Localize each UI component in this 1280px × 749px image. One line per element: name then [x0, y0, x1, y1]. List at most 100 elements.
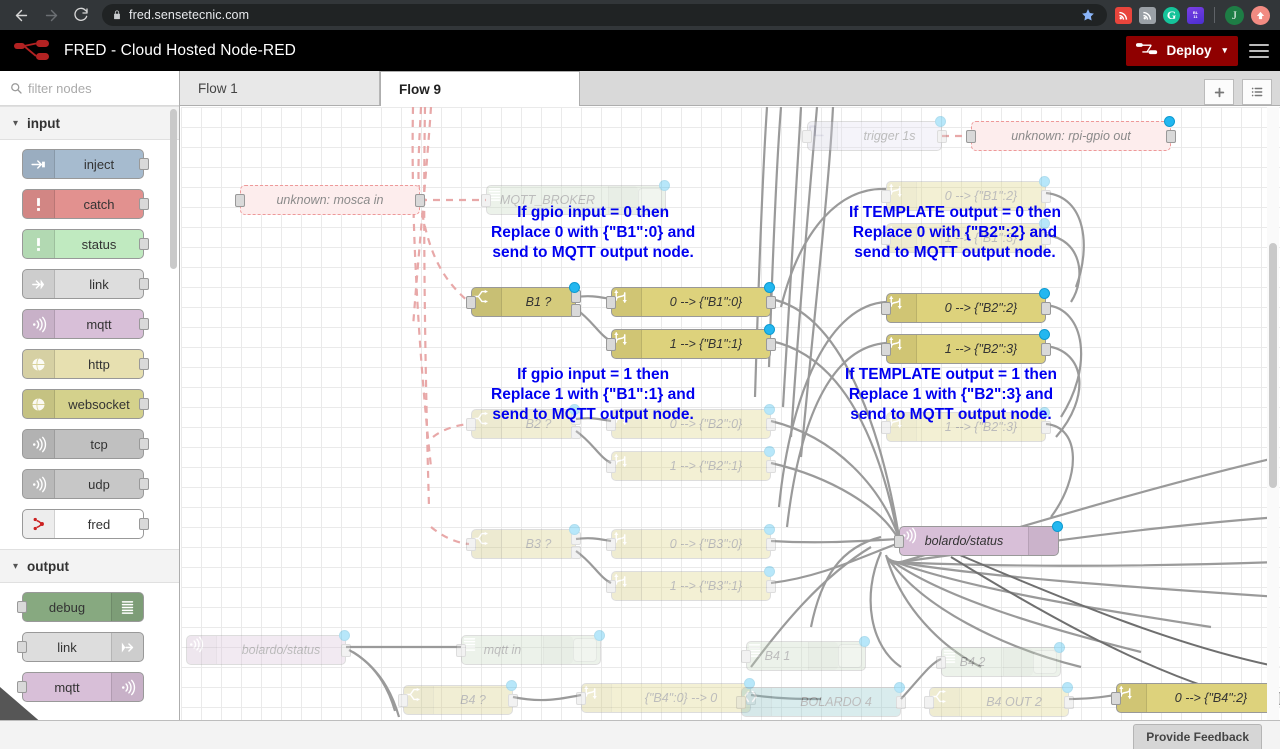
palette-node-catch[interactable]: catch — [22, 189, 144, 219]
deploy-button[interactable]: Deploy ▾ — [1126, 36, 1238, 66]
search-input[interactable] — [28, 81, 148, 96]
palette-node-udp[interactable]: udp — [22, 469, 144, 499]
node-output-port[interactable] — [766, 296, 776, 309]
canvas-node-unknown[interactable]: unknown: mosca in — [240, 185, 420, 215]
palette-node-link[interactable]: link — [22, 632, 144, 662]
node-input-port[interactable] — [235, 194, 245, 207]
node-input-port[interactable] — [741, 650, 751, 663]
node-output-port[interactable] — [766, 418, 776, 431]
palette-node-http[interactable]: http — [22, 349, 144, 379]
node-input-port[interactable] — [398, 694, 408, 707]
node-output-port[interactable] — [896, 696, 906, 709]
canvas-node[interactable]: 0 --> {"B1":0} — [611, 287, 771, 317]
palette-node-tcp[interactable]: tcp — [22, 429, 144, 459]
node-output-port[interactable] — [766, 538, 776, 551]
canvas-node[interactable]: 1 --> {"B1":1} — [611, 329, 771, 359]
canvas-vertical-scrollbar[interactable] — [1267, 107, 1279, 749]
chevron-down-icon[interactable]: ▾ — [1219, 45, 1227, 56]
node-input-port[interactable] — [736, 696, 746, 709]
canvas-node[interactable]: B4 2 — [941, 647, 1061, 677]
purple-extension-icon[interactable]: BL11 — [1187, 7, 1204, 24]
node-output-port[interactable] — [1064, 696, 1074, 709]
node-input-port[interactable] — [881, 343, 891, 356]
node-output-port[interactable] — [766, 460, 776, 473]
canvas-node[interactable]: B4 ? — [403, 685, 513, 715]
node-input-port[interactable] — [466, 418, 476, 431]
node-output-port[interactable] — [1041, 343, 1051, 356]
add-flow-icon[interactable] — [1204, 79, 1234, 105]
palette-node-link[interactable]: link — [22, 269, 144, 299]
node-output-port[interactable] — [415, 194, 425, 207]
node-input-port[interactable] — [894, 535, 904, 548]
pink-arrow-icon[interactable] — [1251, 6, 1270, 25]
node-button[interactable] — [1033, 650, 1057, 674]
palette-node-debug[interactable]: debug — [22, 592, 144, 622]
node-button[interactable] — [573, 638, 597, 662]
palette-node-status[interactable]: status — [22, 229, 144, 259]
canvas-node[interactable]: B1 ? — [471, 287, 576, 317]
provide-feedback-button[interactable]: Provide Feedback — [1133, 724, 1262, 749]
node-output-port[interactable] — [508, 694, 518, 707]
canvas-node-unknown[interactable]: unknown: rpi-gpio out — [971, 121, 1171, 151]
palette-scrollbar[interactable] — [170, 109, 177, 269]
node-input-port[interactable] — [606, 538, 616, 551]
canvas-node[interactable]: mqtt in — [461, 635, 601, 665]
node-input-port[interactable] — [966, 130, 976, 143]
canvas-node[interactable]: 0 --> {"B3":0} — [611, 529, 771, 559]
palette-node-fred[interactable]: fred — [22, 509, 144, 539]
canvas-node[interactable]: bolardo/status — [899, 526, 1059, 556]
palette-node-inject[interactable]: inject — [22, 149, 144, 179]
palette-category-input[interactable]: ▾ input — [0, 106, 179, 140]
canvas-node[interactable]: B3 ? — [471, 529, 576, 559]
node-input-port[interactable] — [466, 296, 476, 309]
node-input-port[interactable] — [466, 538, 476, 551]
palette-node-websocket[interactable]: websocket — [22, 389, 144, 419]
node-output-port[interactable] — [766, 580, 776, 593]
canvas-node[interactable]: B4 1 — [746, 641, 866, 671]
node-output-port[interactable] — [1041, 190, 1051, 203]
node-input-port[interactable] — [606, 460, 616, 473]
forward-arrow-icon[interactable] — [36, 1, 66, 29]
canvas-node[interactable]: 1 --> {"B3":1} — [611, 571, 771, 601]
reload-icon[interactable] — [66, 1, 96, 29]
node-output-port[interactable] — [937, 130, 947, 143]
canvas-node[interactable]: 1 --> {"B2":1} — [611, 451, 771, 481]
flow-canvas[interactable]: unknown: mosca in MQTT_BROKERtrigger 1su… — [181, 107, 1280, 749]
palette-node-mqtt[interactable]: mqtt — [22, 309, 144, 339]
node-input-port[interactable] — [481, 194, 491, 207]
canvas-node[interactable]: {"B4":0} --> 0 — [581, 683, 751, 713]
node-input-port[interactable] — [606, 580, 616, 593]
node-button[interactable] — [838, 644, 862, 668]
node-output-port[interactable] — [1041, 302, 1051, 315]
node-input-port[interactable] — [802, 130, 812, 143]
hamburger-menu-icon[interactable] — [1238, 30, 1280, 71]
node-input-port[interactable] — [924, 696, 934, 709]
rss-gray-extension-icon[interactable] — [1139, 7, 1156, 24]
tab-flow-9[interactable]: Flow 9 — [380, 71, 580, 106]
node-output-port[interactable] — [571, 304, 581, 317]
tab-flow-1[interactable]: Flow 1 — [180, 71, 380, 105]
avatar[interactable]: J — [1225, 6, 1244, 25]
node-output-port[interactable] — [341, 644, 351, 657]
node-input-port[interactable] — [606, 338, 616, 351]
canvas-node[interactable]: 0 --> {"B2":2} — [886, 293, 1046, 323]
flow-list-icon[interactable] — [1242, 79, 1272, 105]
address-bar[interactable]: fred.sensetecnic.com — [102, 4, 1107, 26]
canvas-node[interactable]: trigger 1s — [807, 121, 942, 151]
palette-search[interactable] — [0, 71, 179, 106]
bookmark-star-icon[interactable] — [1075, 4, 1101, 26]
node-output-port[interactable] — [571, 546, 581, 559]
node-output-port[interactable] — [1166, 130, 1176, 143]
canvas-node[interactable]: bolardo/status — [186, 635, 346, 665]
node-input-port[interactable] — [881, 190, 891, 203]
node-input-port[interactable] — [881, 302, 891, 315]
palette-category-output[interactable]: ▾ output — [0, 549, 179, 583]
node-input-port[interactable] — [606, 296, 616, 309]
node-input-port[interactable] — [576, 692, 586, 705]
rss-red-extension-icon[interactable] — [1115, 7, 1132, 24]
node-output-port[interactable] — [766, 338, 776, 351]
node-output-port[interactable] — [571, 426, 581, 439]
canvas-node[interactable]: 0 --> {"B4":2} — [1116, 683, 1276, 713]
node-input-port[interactable] — [456, 644, 466, 657]
canvas-node[interactable]: 1 --> {"B2":3} — [886, 334, 1046, 364]
